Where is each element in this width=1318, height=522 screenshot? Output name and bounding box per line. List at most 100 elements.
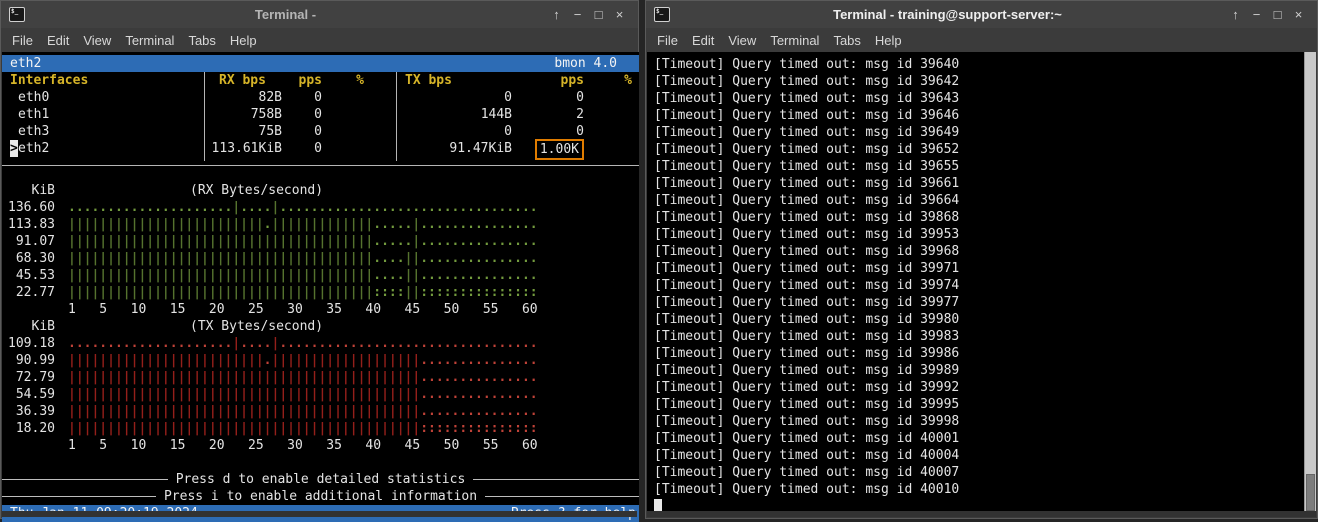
- scrollbar[interactable]: [1304, 52, 1316, 513]
- graph-row: 18.20|||||||||||||||||||||||||||||||||||…: [2, 420, 639, 437]
- right-terminal-screen[interactable]: [Timeout] Query timed out: msg id 39640[…: [647, 52, 1305, 513]
- col-interfaces: Interfaces: [2, 72, 204, 89]
- scrollbar-thumb[interactable]: [1306, 474, 1315, 511]
- timeout-line: [Timeout] Query timed out: msg id 39664: [654, 192, 1305, 209]
- tx-unit-label: KiB: [2, 318, 60, 335]
- bmon-screen[interactable]: eth2 bmon 4.0 Interfaces RX bps pps % TX…: [2, 52, 639, 514]
- timeout-line: [Timeout] Query timed out: msg id 40007: [654, 464, 1305, 481]
- rx-graph-title: (RX Bytes/second): [190, 182, 323, 199]
- roll-up-button[interactable]: ↑: [1225, 7, 1246, 22]
- x-axis: 1 5 10 15 20 25 30 35 40 45 50 55 60: [2, 301, 639, 318]
- maximize-button[interactable]: □: [1267, 7, 1288, 22]
- minimize-button[interactable]: −: [567, 7, 588, 22]
- col-tx-pps: pps: [514, 72, 586, 89]
- table-row-eth1: eth1758B0144B2: [2, 106, 639, 123]
- rx-unit-label: KiB: [2, 182, 60, 199]
- y-axis-label: 72.79: [2, 369, 60, 386]
- graph-row: 45.53|||||||||||||||||||||||||||||||||||…: [2, 267, 639, 284]
- menu-item-file[interactable]: File: [650, 31, 685, 50]
- graph-row: 109.18.....................|....|.......…: [2, 335, 639, 352]
- right-window-title: Terminal - training@support-server:~: [678, 7, 1217, 22]
- rx-graph: KiB (RX Bytes/second) 136.60............…: [2, 182, 639, 318]
- menu-item-terminal[interactable]: Terminal: [763, 31, 826, 50]
- col-tx-pct: %: [586, 72, 634, 89]
- table-row-eth3: eth375B000: [2, 123, 639, 140]
- timeout-line: [Timeout] Query timed out: msg id 40001: [654, 430, 1305, 447]
- col-rx-pct: %: [324, 72, 396, 89]
- close-button[interactable]: ×: [1288, 7, 1309, 22]
- timeout-line: [Timeout] Query timed out: msg id 39980: [654, 311, 1305, 328]
- graph-row: 54.59|||||||||||||||||||||||||||||||||||…: [2, 386, 639, 403]
- hint-detailed-stats: Press d to enable detailed statistics: [2, 471, 639, 488]
- right-menubar: FileEditViewTerminalTabsHelp: [646, 28, 1317, 52]
- terminal-icon: $_: [9, 7, 25, 22]
- menu-item-tabs[interactable]: Tabs: [826, 31, 867, 50]
- selection-marker: [10, 123, 18, 140]
- bmon-version: bmon 4.0: [554, 55, 617, 72]
- y-axis-label: 91.07: [2, 233, 60, 250]
- timeout-line: [Timeout] Query timed out: msg id 39977: [654, 294, 1305, 311]
- roll-up-button[interactable]: ↑: [546, 7, 567, 22]
- y-axis-label: 54.59: [2, 386, 60, 403]
- menu-item-edit[interactable]: Edit: [685, 31, 721, 50]
- bmon-selected-interface: eth2: [10, 55, 41, 72]
- graph-row: 90.99|||||||||||||||||||||||||.|||||||||…: [2, 352, 639, 369]
- terminal-icon: $_: [654, 7, 670, 22]
- timeout-line: [Timeout] Query timed out: msg id 39983: [654, 328, 1305, 345]
- graph-row: 36.39|||||||||||||||||||||||||||||||||||…: [2, 403, 639, 420]
- graph-row: 113.83|||||||||||||||||||||||||.||||||||…: [2, 216, 639, 233]
- menu-item-view[interactable]: View: [721, 31, 763, 50]
- col-rx-bps: RX bps: [204, 72, 284, 89]
- maximize-button[interactable]: □: [588, 7, 609, 22]
- close-button[interactable]: ×: [609, 7, 630, 22]
- left-window-title: Terminal -: [33, 7, 538, 22]
- timeout-line: [Timeout] Query timed out: msg id 39649: [654, 124, 1305, 141]
- menu-item-tabs[interactable]: Tabs: [181, 31, 222, 50]
- tx-graph: KiB (TX Bytes/second) 109.18............…: [2, 318, 639, 454]
- menu-item-edit[interactable]: Edit: [40, 31, 76, 50]
- y-axis-label: 36.39: [2, 403, 60, 420]
- graph-row: 91.07|||||||||||||||||||||||||||||||||||…: [2, 233, 639, 250]
- timeout-line: [Timeout] Query timed out: msg id 39995: [654, 396, 1305, 413]
- timeout-line: [Timeout] Query timed out: msg id 39646: [654, 107, 1305, 124]
- menu-item-file[interactable]: File: [5, 31, 40, 50]
- x-axis: 1 5 10 15 20 25 30 35 40 45 50 55 60: [2, 437, 639, 454]
- y-axis-label: 45.53: [2, 267, 60, 284]
- timeout-line: [Timeout] Query timed out: msg id 39989: [654, 362, 1305, 379]
- selection-marker: [10, 89, 18, 106]
- left-menubar: FileEditViewTerminalTabsHelp: [1, 28, 638, 52]
- timeout-line: [Timeout] Query timed out: msg id 39661: [654, 175, 1305, 192]
- menu-item-help[interactable]: Help: [868, 31, 909, 50]
- timeout-line: [Timeout] Query timed out: msg id 39643: [654, 90, 1305, 107]
- graph-row: 136.60.....................|....|.......…: [2, 199, 639, 216]
- selection-marker: >: [10, 140, 18, 157]
- timeout-line: [Timeout] Query timed out: msg id 39953: [654, 226, 1305, 243]
- left-window-bottom-border: [2, 511, 637, 517]
- menu-item-view[interactable]: View: [76, 31, 118, 50]
- right-terminal-window: $_ Terminal - training@support-server:~ …: [645, 0, 1318, 519]
- timeout-line: [Timeout] Query timed out: msg id 39652: [654, 141, 1305, 158]
- menu-item-terminal[interactable]: Terminal: [118, 31, 181, 50]
- highlighted-tx-pps: 1.00K: [535, 139, 584, 160]
- left-titlebar: $_ Terminal - ↑−□×: [1, 1, 638, 28]
- left-window-controls: ↑−□×: [546, 7, 630, 22]
- table-separator: [2, 165, 639, 182]
- y-axis-label: 18.20: [2, 420, 60, 437]
- selection-marker: [10, 106, 18, 123]
- y-axis-label: 90.99: [2, 352, 60, 369]
- hint-additional-info: Press i to enable additional information: [2, 488, 639, 505]
- tx-graph-title: (TX Bytes/second): [190, 318, 323, 335]
- minimize-button[interactable]: −: [1246, 7, 1267, 22]
- timeout-line: [Timeout] Query timed out: msg id 39968: [654, 243, 1305, 260]
- col-rx-pps: pps: [284, 72, 324, 89]
- timeout-line: [Timeout] Query timed out: msg id 39992: [654, 379, 1305, 396]
- table-row-eth0: eth082B000: [2, 89, 639, 106]
- col-tx-bps: TX bps: [396, 72, 514, 89]
- y-axis-label: 22.77: [2, 284, 60, 301]
- timeout-line: [Timeout] Query timed out: msg id 40004: [654, 447, 1305, 464]
- timeout-lines: [Timeout] Query timed out: msg id 39640[…: [654, 56, 1305, 498]
- timeout-line: [Timeout] Query timed out: msg id 39655: [654, 158, 1305, 175]
- menu-item-help[interactable]: Help: [223, 31, 264, 50]
- timeout-line: [Timeout] Query timed out: msg id 39971: [654, 260, 1305, 277]
- graph-row: 72.79|||||||||||||||||||||||||||||||||||…: [2, 369, 639, 386]
